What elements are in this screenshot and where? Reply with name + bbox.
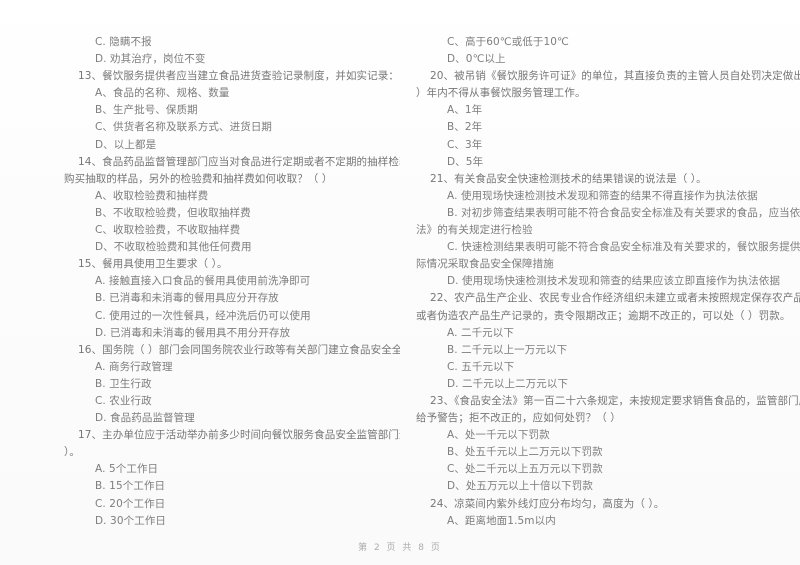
question-option: A. 商务行政管理 <box>95 360 173 373</box>
question-option: C、供货者名称及联系方式、进货日期 <box>95 121 273 134</box>
scanned-page: C. 隐瞒不报 D. 劝其治疗，岗位不变 13、餐饮服务提供者应当建立食品进货查… <box>0 0 800 565</box>
question-21: 21、有关食品安全快速检测技术的结果错误的说法是（ ）。 A. 使用现场快速检测… <box>416 171 800 291</box>
question-stem-continued: ）。 <box>64 446 80 459</box>
question-stem-continued: ）年内不得从事餐饮服务管理工作。 <box>416 87 586 100</box>
question-option: A、处一千元以下罚款 <box>447 429 550 442</box>
question-option: D. 食品药品监督管理 <box>95 412 195 425</box>
question-option: B、生产批号、保质期 <box>95 104 198 117</box>
question-option: D. 使用现场快速检测技术发现和筛查的结果应该立即直接作为执法依据 <box>447 275 781 288</box>
question-option: B. 对初步筛查结果表明可能不符合食品安全标准及有关要求的食品，应当依照《食品安… <box>447 206 800 219</box>
question-option: D、以上都是 <box>95 138 157 151</box>
question-option: D. 30个工作日 <box>95 514 167 525</box>
question-option: B. 二千元以上一万元以下 <box>447 343 568 356</box>
question-option: A. 使用现场快速检测技术发现和筛查的结果不得直接作为执法依据 <box>447 189 758 202</box>
question-24: 24、凉菜间内紫外线灯应分布均匀，高度为（ ）。 A、距离地面1.5m以内 B、… <box>430 496 794 525</box>
question-option: B. 15个工作日 <box>95 480 166 493</box>
question-option: A. 接触直接入口食品的餐用具使用前洗净即可 <box>95 275 311 288</box>
question-option: C、收取检验费，不收取抽样费 <box>95 224 241 237</box>
question-stem: 16、国务院（ ）部门会同国务院农业行政等有关部门建立食品安全全程追溯协作机制。 <box>78 343 400 356</box>
question-option: A、距离地面1.5m以内 <box>447 514 556 525</box>
question-option: A、1年 <box>447 104 483 117</box>
question-stem-continued: 或者伪造农产品生产记录的，责令限期改正；逾期不改正的，可以处（ ）罚款。 <box>416 309 791 322</box>
question-stem-continued: 给予警告；拒不改正的，应如何处罚？（ ） <box>416 412 621 425</box>
orphan-option: C. 隐瞒不报 <box>95 36 152 48</box>
question-23: 23、《食品安全法》第一百二十六条规定，未按规定要求销售食品的，监管部门应责令改… <box>416 393 800 496</box>
question-option: D. 二千元以上二万元以下 <box>447 377 569 390</box>
question-14: 14、食品药品监督管理部门应当对食品进行定期或者不定期的抽样检验。进行抽样检验，… <box>64 154 400 257</box>
question-option: C. 使用过的一次性餐具，经冲洗后仍可以使用 <box>95 309 311 322</box>
question-option: B、不收取检验费，但收取抽样费 <box>95 206 251 219</box>
question-16: 16、国务院（ ）部门会同国务院农业行政等有关部门建立食品安全全程追溯协作机制。… <box>78 342 400 427</box>
question-option: C、处二千元以上五万元以下罚款 <box>447 463 603 476</box>
question-option: D. 已消毒和未消毒的餐用具不用分开存放 <box>95 326 291 339</box>
question-option: B. 卫生行政 <box>95 377 152 390</box>
question-stem: 20、被吊销《餐饮服务许可证》的单位，其直接负责的主管人员自处罚决定做出之日起（ <box>430 70 800 83</box>
question-option: A、食品的名称、规格、数量 <box>95 87 230 100</box>
question-22: 22、农产品生产企业、农民专业合作经济组织未建立或者未按照规定保存农产品生产记录… <box>416 290 800 393</box>
question-option: B、处五千元以上二万元以下罚款 <box>447 446 603 459</box>
orphan-option: C、高于60℃或低于10℃ <box>447 36 569 48</box>
question-option: A. 5个工作日 <box>95 463 159 476</box>
page-footer: 第 2 页 共 8 页 <box>358 543 442 553</box>
question-option: C. 快速检测结果表明可能不符合食品安全标准及有关要求的，餐饮服务提供者应当根据… <box>447 241 800 254</box>
question-option: C. 农业行政 <box>95 394 152 407</box>
question-option: D、不收取检验费和其他任何费用 <box>95 241 252 254</box>
two-column-layout: C. 隐瞒不报 D. 劝其治疗，岗位不变 13、餐饮服务提供者应当建立食品进货查… <box>0 34 800 525</box>
right-column: C、高于60℃或低于10℃ D、0℃以上 20、被吊销《餐饮服务许可证》的单位，… <box>400 34 800 525</box>
question-option: C、3年 <box>447 138 483 151</box>
question-option-continued: 际情况采取食品安全保障措施 <box>416 258 554 271</box>
question-option: D、处五万元以上十倍以下罚款 <box>447 480 593 493</box>
question-stem: 24、凉菜间内紫外线灯应分布均匀，高度为（ ）。 <box>430 497 665 510</box>
left-column: C. 隐瞒不报 D. 劝其治疗，岗位不变 13、餐饮服务提供者应当建立食品进货查… <box>0 34 400 525</box>
question-option: D、5年 <box>447 155 484 168</box>
question-option: A、收取检验费和抽样费 <box>95 189 209 202</box>
question-stem: 14、食品药品监督管理部门应当对食品进行定期或者不定期的抽样检验。进行抽样检验，… <box>78 155 400 168</box>
orphan-option: D、0℃以上 <box>447 53 506 66</box>
question-option: B. 已消毒和未消毒的餐用具应分开存放 <box>95 292 279 305</box>
question-option: C. 五千元以下 <box>447 360 515 373</box>
question-option-continued: 法》的有关规定进行检验 <box>416 224 533 237</box>
question-15: 15、餐用具使用卫生要求（ ）。 A. 接触直接入口食品的餐用具使用前洗净即可 … <box>78 256 396 341</box>
question-option: A. 二千元以下 <box>447 326 514 339</box>
question-option: C. 20个工作日 <box>95 497 166 510</box>
question-stem: 13、餐饮服务提供者应当建立食品进货查验记录制度，并如实记录：（ ）。 <box>78 70 400 83</box>
question-20: 20、被吊销《餐饮服务许可证》的单位，其直接负责的主管人员自处罚决定做出之日起（… <box>416 68 800 171</box>
question-stem: 15、餐用具使用卫生要求（ ）。 <box>78 258 228 271</box>
orphan-option: D. 劝其治疗，岗位不变 <box>95 53 206 66</box>
question-stem: 21、有关食品安全快速检测技术的结果错误的说法是（ ）。 <box>430 172 707 185</box>
question-stem-continued: 购买抽取的样品，另外的检验费和抽样费如何收取？（ ） <box>64 172 333 185</box>
question-stem: 22、农产品生产企业、农民专业合作经济组织未建立或者未按照规定保存农产品生产记录… <box>430 292 800 305</box>
question-stem: 17、主办单位应于活动举办前多少时间向餐饮服务食品安全监管部门通报重大活动相关信… <box>78 429 400 442</box>
question-17: 17、主办单位应于活动举办前多少时间向餐饮服务食品安全监管部门通报重大活动相关信… <box>64 427 400 525</box>
question-option: B、2年 <box>447 121 483 134</box>
question-stem: 23、《食品安全法》第一百二十六条规定，未按规定要求销售食品的，监管部门应责令改… <box>430 394 800 407</box>
question-13: 13、餐饮服务提供者应当建立食品进货查验记录制度，并如实记录：（ ）。 A、食品… <box>78 68 400 153</box>
